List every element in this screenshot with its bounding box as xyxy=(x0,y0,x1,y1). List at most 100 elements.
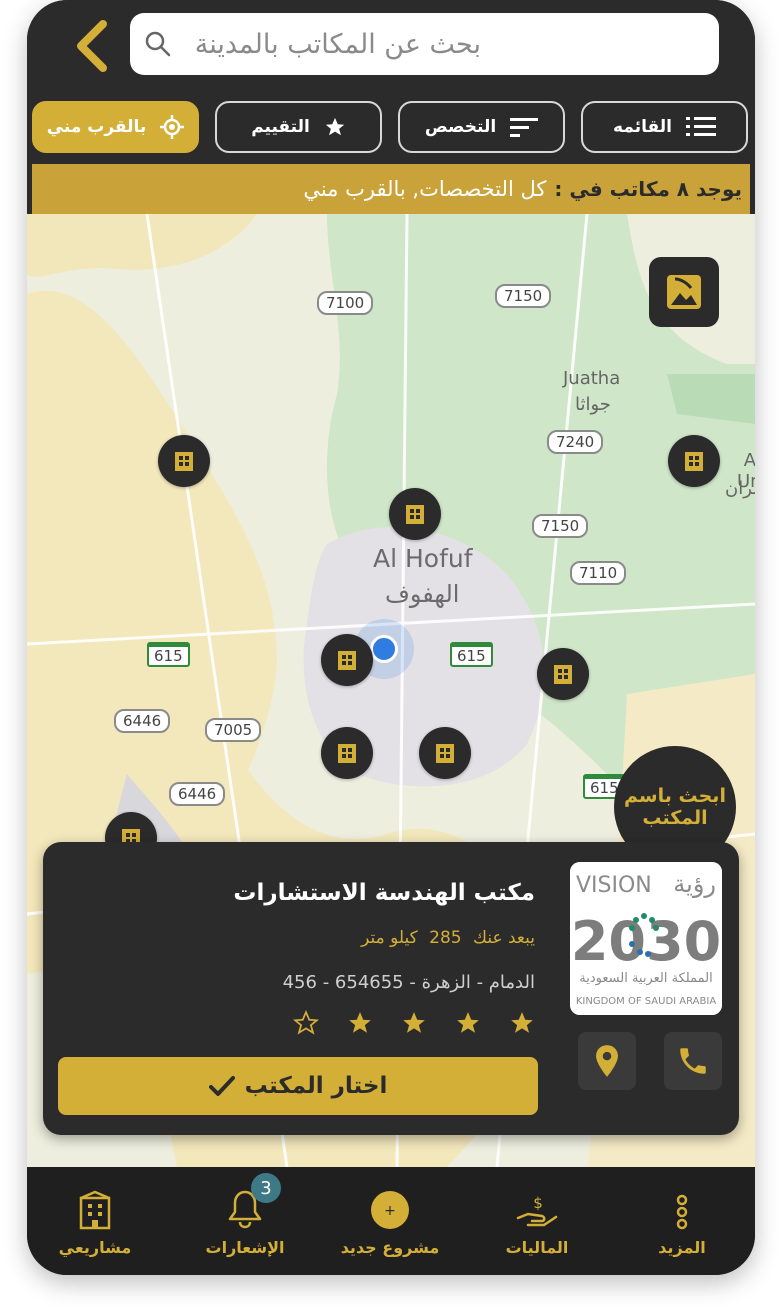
road-label: 7150 xyxy=(495,284,552,308)
building-icon xyxy=(436,744,454,763)
sort-icon xyxy=(510,118,539,137)
nav-new-project[interactable]: + مشروع جديد xyxy=(330,1167,450,1257)
office-distance: يبعد عنك 285 كيلو متر xyxy=(361,928,535,948)
nav-my-projects[interactable]: مشاريعي xyxy=(35,1167,155,1257)
star-filled-icon xyxy=(457,1012,479,1033)
office-map-pin[interactable] xyxy=(321,727,373,779)
notifications-count-badge: 3 xyxy=(251,1173,281,1203)
map-pin-icon xyxy=(596,1045,618,1077)
office-logo: VISION رؤية 2030 المملكة العربية السعودي… xyxy=(570,862,722,1015)
svg-text:KINGDOM OF SAUDI ARABIA: KINGDOM OF SAUDI ARABIA xyxy=(576,996,716,1007)
current-location-marker xyxy=(370,635,398,663)
road-label: 615 xyxy=(450,642,493,667)
more-vertical-icon xyxy=(676,1194,688,1230)
office-map-pin[interactable] xyxy=(389,488,441,540)
specialty-filter-button[interactable]: التخصص xyxy=(398,101,565,153)
svg-text:+: + xyxy=(384,1203,396,1219)
star-filled-icon xyxy=(349,1012,371,1033)
nav-my-projects-label: مشاريعي xyxy=(58,1238,132,1257)
road-label: 6446 xyxy=(114,709,171,733)
map-layers-button[interactable] xyxy=(649,257,719,327)
select-office-button[interactable]: اختار المكتب xyxy=(58,1057,538,1115)
building-icon xyxy=(338,744,356,763)
building-icon xyxy=(338,651,356,670)
app-screen: القائمه التخصص التقييم بالقرب مني يوجد ٨… xyxy=(27,0,755,1275)
building-icon xyxy=(554,665,572,684)
place-label-ar: جواثا xyxy=(575,394,611,415)
nav-notifications-label: الإشعارات xyxy=(205,1238,285,1257)
nav-finance[interactable]: $ الماليات xyxy=(477,1167,597,1257)
office-rating xyxy=(293,1010,535,1036)
chevron-left-icon xyxy=(77,20,107,72)
bottom-navigation: مشاريعي 3 الإشعارات + مشروع جديد $ المال… xyxy=(27,1167,755,1275)
svg-text:المملكة العربية السعودية: المملكة العربية السعودية xyxy=(579,971,712,986)
nearby-filter-button[interactable]: بالقرب مني xyxy=(32,101,199,153)
city-label: Al Hofuf xyxy=(373,544,473,573)
add-circle-icon: + xyxy=(371,1191,409,1229)
hand-money-icon: $ xyxy=(516,1194,558,1227)
list-view-label: القائمه xyxy=(613,117,672,137)
list-icon xyxy=(685,117,716,136)
road-label: 7005 xyxy=(205,718,262,742)
place-label: Juatha xyxy=(563,368,621,389)
office-map-pin[interactable] xyxy=(419,727,471,779)
nav-finance-label: الماليات xyxy=(505,1238,569,1257)
results-filter-value: كل التخصصات, بالقرب مني xyxy=(303,177,547,201)
svg-text:رؤية: رؤية xyxy=(673,870,716,898)
road-label: 615 xyxy=(147,642,190,667)
rating-filter-button[interactable]: التقييم xyxy=(215,101,382,153)
location-target-icon xyxy=(160,115,185,139)
svg-text:VISION: VISION xyxy=(576,873,652,898)
office-map-pin[interactable] xyxy=(537,648,589,700)
nearby-filter-label: بالقرب مني xyxy=(46,117,147,137)
results-count-label: يوجد ٨ مكاتب في : xyxy=(554,177,742,201)
office-address: الدمام - الزهرة - 654655 - 456 xyxy=(282,972,535,993)
distance-unit: كيلو متر xyxy=(361,928,418,948)
star-filled-icon xyxy=(511,1012,533,1033)
select-office-label: اختار المكتب xyxy=(244,1073,388,1099)
road-label: 7100 xyxy=(317,291,374,315)
city-label-ar: الهفوف xyxy=(385,580,460,608)
vision-2030-logo: VISION رؤية 2030 المملكة العربية السعودي… xyxy=(570,862,722,1015)
office-name: مكتب الهندسة الاستشارات xyxy=(233,880,535,906)
list-view-button[interactable]: القائمه xyxy=(581,101,748,153)
map-type-icon xyxy=(667,275,701,309)
search-bar[interactable] xyxy=(130,13,719,75)
star-empty-icon xyxy=(293,1010,319,1035)
road-label: 6446 xyxy=(169,782,226,806)
top-bar xyxy=(27,0,755,92)
phone-icon xyxy=(680,1048,706,1074)
specialty-filter-label: التخصص xyxy=(424,117,497,137)
road-label: 7240 xyxy=(547,430,604,454)
filter-bar: القائمه التخصص التقييم بالقرب مني xyxy=(27,92,755,164)
office-map-pin[interactable] xyxy=(668,435,720,487)
building-icon xyxy=(685,452,703,471)
checkmark-icon xyxy=(208,1076,235,1096)
building-icon xyxy=(175,452,193,471)
edge-place-label-ar: مران xyxy=(725,478,755,499)
back-button[interactable] xyxy=(67,18,115,74)
office-map-pin[interactable] xyxy=(158,435,210,487)
nav-more[interactable]: المزيد xyxy=(622,1167,742,1257)
results-summary: يوجد ٨ مكاتب في : كل التخصصات, بالقرب من… xyxy=(32,164,750,214)
road-label: 7150 xyxy=(532,514,589,538)
road-label: 7110 xyxy=(570,561,627,585)
building-icon xyxy=(406,505,424,524)
nav-notifications[interactable]: 3 الإشعارات xyxy=(185,1167,305,1257)
building-outline-icon xyxy=(79,1190,111,1230)
search-input[interactable] xyxy=(149,27,483,61)
show-location-button[interactable] xyxy=(578,1032,636,1090)
nav-new-project-label: مشروع جديد xyxy=(340,1238,440,1257)
star-icon xyxy=(325,117,344,136)
nav-more-label: المزيد xyxy=(658,1238,706,1257)
office-map-pin[interactable] xyxy=(321,634,373,686)
search-icon xyxy=(145,31,171,57)
svg-text:$: $ xyxy=(533,1194,543,1212)
distance-value: 285 xyxy=(429,928,462,948)
office-card: VISION رؤية 2030 المملكة العربية السعودي… xyxy=(43,842,739,1135)
star-filled-icon xyxy=(403,1012,425,1033)
svg-text:2030: 2030 xyxy=(571,910,721,973)
call-button[interactable] xyxy=(664,1032,722,1090)
rating-filter-label: التقييم xyxy=(251,117,310,137)
distance-prefix: يبعد عنك xyxy=(473,928,535,948)
